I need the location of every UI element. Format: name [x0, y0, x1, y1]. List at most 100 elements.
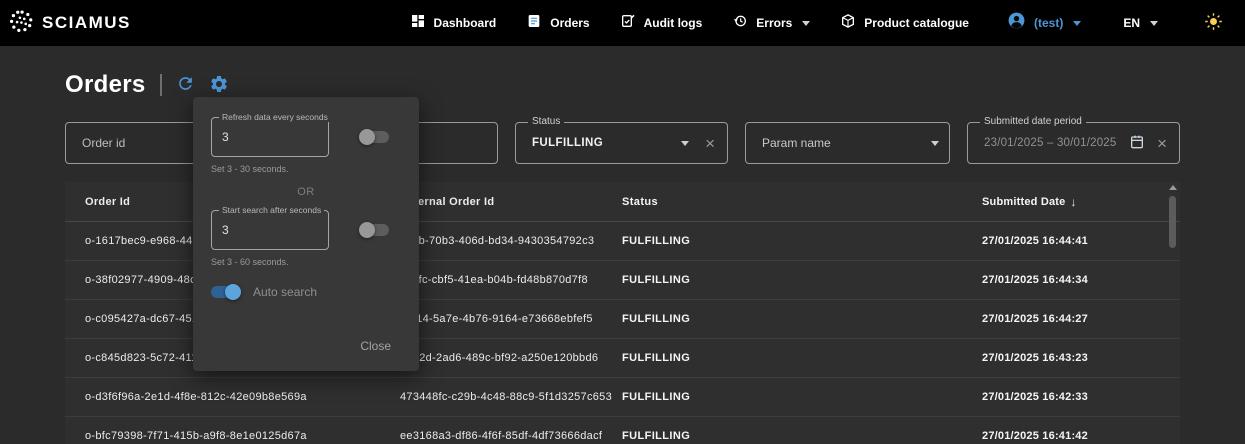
cell-submitted-date: 27/01/2025 16:41:42 [982, 430, 1180, 442]
date-period-clear-button[interactable] [1151, 135, 1179, 152]
table-row[interactable]: o-bfc79398-7f71-415b-a9f8-8e1e0125d67a e… [65, 417, 1180, 444]
cell-external-order-id: 473448fc-c29b-4c48-88c9-5f1d3257c653 [400, 391, 622, 403]
cell-external-order-id: 7c9fc-cbf5-41ea-b04b-fd48b870d7f8 [400, 274, 622, 286]
cell-status: FULFILLING [622, 352, 982, 364]
header-submitted-date[interactable]: Submitted Date [982, 195, 1180, 209]
refresh-hint: Set 3 - 30 seconds. [211, 164, 401, 174]
refresh-interval-input[interactable] [212, 130, 328, 144]
app-screen: SCIAMUS Dashboard Orders Audit logs [0, 0, 1245, 444]
theme-toggle-button[interactable] [1204, 12, 1223, 34]
cell-external-order-id: 5dcb-70b3-406d-bd34-9430354792c3 [400, 235, 622, 247]
scrollbar-thumb[interactable] [1169, 196, 1176, 248]
nav-language-label: EN [1123, 16, 1140, 30]
brand-name: SCIAMUS [42, 13, 131, 33]
errors-history-icon [732, 13, 748, 34]
chevron-down-icon [1150, 21, 1158, 26]
chevron-down-icon [1073, 21, 1081, 26]
cell-status: FULFILLING [622, 235, 982, 247]
date-period-field[interactable]: Submitted date period 23/01/2025 – 30/01… [967, 122, 1180, 164]
sun-icon [1204, 12, 1223, 34]
nav-orders-label: Orders [550, 16, 589, 30]
header-status[interactable]: Status [622, 196, 982, 208]
nav-product-catalogue-label: Product catalogue [864, 16, 969, 30]
refresh-interval-row: Refresh data every seconds [211, 117, 401, 157]
orders-icon [526, 13, 542, 34]
top-navbar: SCIAMUS Dashboard Orders Audit logs [0, 0, 1245, 46]
refresh-toggle[interactable] [359, 131, 389, 143]
status-field[interactable]: Status FULFILLING [515, 122, 728, 164]
cell-external-order-id: 6932d-2ad6-489c-bf92-a250e120bbd6 [400, 352, 622, 364]
scroll-up-icon [1169, 185, 1177, 190]
status-field-label: Status [528, 116, 564, 127]
date-period-value: 23/01/2025 – 30/01/2025 [968, 137, 1123, 149]
nav-errors-label: Errors [756, 16, 792, 30]
chevron-down-icon [931, 141, 939, 146]
date-period-label: Submitted date period [980, 116, 1086, 127]
nav-product-catalogue[interactable]: Product catalogue [840, 13, 969, 34]
nav-user-label: (test) [1034, 16, 1063, 30]
search-delay-row: Start search after seconds [211, 210, 401, 250]
nav-audit-logs[interactable]: Audit logs [620, 13, 703, 34]
refresh-button[interactable] [176, 74, 195, 96]
cell-external-order-id: 24f14-5a7e-4b76-9164-e73668ebfef5 [400, 313, 622, 325]
nav-dashboard[interactable]: Dashboard [410, 13, 497, 34]
dashboard-icon [410, 13, 426, 34]
nav-user-menu[interactable]: (test) [1007, 11, 1081, 35]
table-row[interactable]: o-d3f6f96a-2e1d-4f8e-812c-42e09b8e569a 4… [65, 378, 1180, 417]
calendar-button[interactable] [1123, 134, 1151, 153]
chevron-down-icon [681, 141, 689, 146]
toggle-knob [225, 284, 241, 300]
param-name-placeholder: Param name [746, 136, 921, 150]
status-field-value: FULFILLING [516, 137, 671, 149]
title-divider [160, 74, 162, 96]
settings-popover: Refresh data every seconds Set 3 - 30 se… [193, 97, 419, 371]
gear-icon [209, 74, 229, 97]
refresh-interval-label: Refresh data every seconds [219, 112, 331, 122]
search-delay-toggle[interactable] [359, 224, 389, 236]
sort-descending-icon [1070, 195, 1076, 209]
cell-status: FULFILLING [622, 313, 982, 325]
cell-submitted-date: 27/01/2025 16:42:33 [982, 391, 1180, 403]
search-delay-label: Start search after seconds [219, 205, 324, 215]
settings-button[interactable] [209, 74, 229, 97]
status-clear-button[interactable] [699, 135, 727, 152]
audit-logs-icon [620, 13, 636, 34]
header-external-order-id[interactable]: External Order Id [400, 196, 622, 208]
search-delay-input[interactable] [212, 223, 328, 237]
chevron-down-icon [802, 21, 810, 26]
brand-logo-icon [8, 8, 34, 39]
refresh-interval-field[interactable]: Refresh data every seconds [211, 117, 329, 157]
user-avatar-icon [1007, 11, 1026, 35]
auto-search-toggle[interactable] [211, 286, 241, 298]
auto-search-label: Auto search [253, 285, 317, 299]
cell-submitted-date: 27/01/2025 16:44:34 [982, 274, 1180, 286]
cell-status: FULFILLING [622, 430, 982, 442]
header-submitted-date-label: Submitted Date [982, 196, 1065, 208]
nav-audit-logs-label: Audit logs [644, 16, 703, 30]
close-button[interactable]: Close [350, 333, 401, 359]
nav-dashboard-label: Dashboard [434, 16, 497, 30]
calendar-icon [1129, 134, 1145, 153]
cell-status: FULFILLING [622, 274, 982, 286]
cell-submitted-date: 27/01/2025 16:44:27 [982, 313, 1180, 325]
cell-submitted-date: 27/01/2025 16:44:41 [982, 235, 1180, 247]
table-scrollbar[interactable] [1167, 185, 1178, 444]
or-divider: OR [211, 186, 401, 198]
nav-errors[interactable]: Errors [732, 13, 810, 34]
nav-language-select[interactable]: EN [1123, 16, 1158, 30]
cell-order-id: o-d3f6f96a-2e1d-4f8e-812c-42e09b8e569a [65, 391, 400, 403]
nav-orders[interactable]: Orders [526, 13, 589, 34]
cell-status: FULFILLING [622, 391, 982, 403]
param-name-field[interactable]: Param name [745, 122, 950, 164]
search-delay-hint: Set 3 - 60 seconds. [211, 257, 401, 267]
cell-order-id: o-bfc79398-7f71-415b-a9f8-8e1e0125d67a [65, 430, 400, 442]
cell-external-order-id: ee3168a3-df86-4f6f-85df-4df73666dacf [400, 430, 622, 442]
brand[interactable]: SCIAMUS [8, 8, 131, 39]
main-nav: Dashboard Orders Audit logs Errors [410, 11, 1223, 35]
search-delay-field[interactable]: Start search after seconds [211, 210, 329, 250]
toggle-knob [359, 129, 375, 145]
page-title: Orders [65, 71, 146, 99]
popover-footer: Close [211, 333, 401, 359]
auto-search-row: Auto search [211, 285, 401, 299]
product-catalogue-icon [840, 13, 856, 34]
